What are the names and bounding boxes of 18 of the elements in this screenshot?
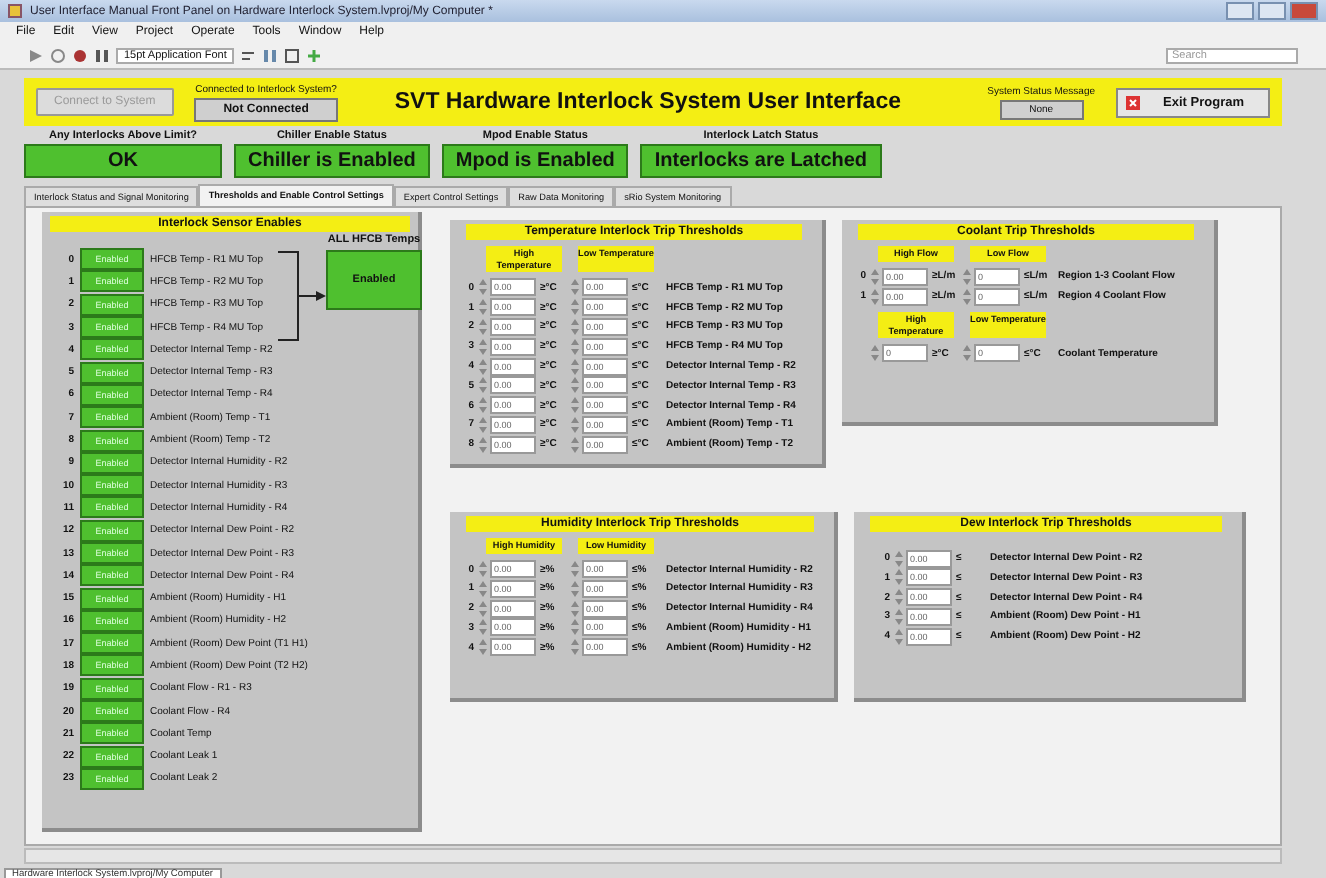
status-indicator: OK	[24, 144, 222, 178]
close-button[interactable]	[1290, 2, 1318, 20]
close-icon	[1125, 95, 1140, 109]
status-indicator: Interlocks are Latched	[640, 144, 882, 178]
run-continuously-icon[interactable]	[50, 47, 66, 63]
status-indicator: Mpod is Enabled	[441, 144, 629, 178]
pause-icon[interactable]	[94, 47, 110, 63]
stop-icon[interactable]	[72, 47, 88, 63]
app-title: SVT Hardware Interlock System User Interface	[394, 90, 901, 114]
distribute-icon[interactable]	[262, 47, 279, 63]
run-arrow-icon[interactable]	[28, 47, 44, 63]
minimize-button[interactable]	[1226, 2, 1254, 20]
status-indicator: Chiller is Enabled	[234, 144, 430, 178]
app-icon	[8, 4, 22, 18]
align-icon[interactable]	[240, 47, 257, 63]
horizontal-scrollbar[interactable]	[24, 848, 1282, 864]
bracket-arrow-drawing	[278, 250, 326, 342]
maximize-button[interactable]	[1258, 2, 1286, 20]
